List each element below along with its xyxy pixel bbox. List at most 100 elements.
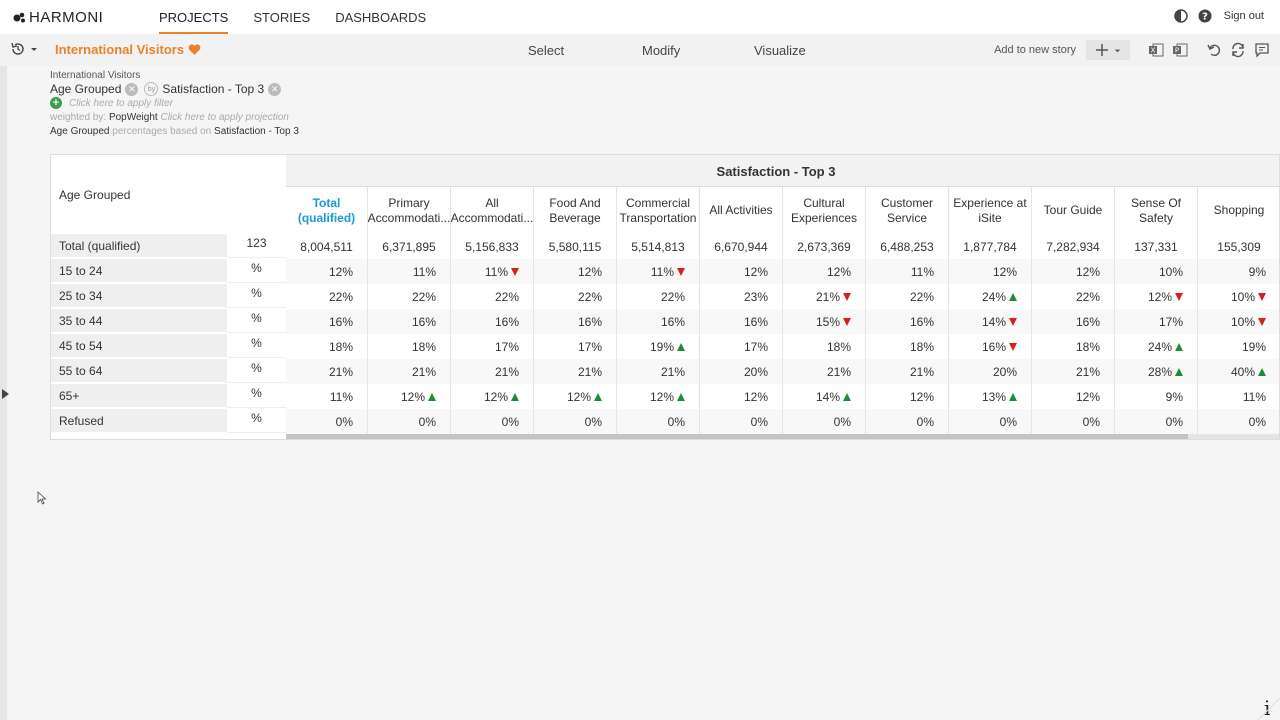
add-filter-icon[interactable]: + [50,97,62,109]
table-cell[interactable]: 0% [700,409,783,434]
table-cell[interactable]: 16% [368,309,451,334]
table-cell[interactable]: 0% [1115,409,1198,434]
table-cell[interactable]: 10% [1115,259,1198,284]
table-cell[interactable]: 19% [617,334,700,359]
column-header[interactable]: All Accommodati... [451,187,534,234]
table-cell[interactable]: 21% [783,359,866,384]
table-cell[interactable]: 19% [1198,334,1279,359]
table-cell[interactable]: 12% [783,259,866,284]
table-cell[interactable]: 10% [1198,309,1279,334]
column-header[interactable]: Cultural Experiences [783,187,866,234]
table-cell[interactable]: 0% [949,409,1032,434]
table-cell[interactable]: 5,156,833 [451,234,534,259]
table-cell[interactable]: 21% [866,359,949,384]
column-header[interactable]: Commercial Transportation [617,187,700,234]
table-cell[interactable]: 9% [1198,259,1279,284]
table-cell[interactable]: 137,331 [1115,234,1198,259]
weight-variable[interactable]: PopWeight [109,112,158,123]
table-cell[interactable]: 8,004,511 [286,234,368,259]
remove-row-variable-icon[interactable]: ✕ [125,82,139,96]
table-cell[interactable]: 16% [617,309,700,334]
table-cell[interactable]: 22% [286,284,368,309]
table-cell[interactable]: 11% [368,259,451,284]
add-to-new-story-label[interactable]: Add to new story [994,44,1076,56]
table-cell[interactable]: 22% [617,284,700,309]
table-cell[interactable]: 22% [534,284,617,309]
table-cell[interactable]: 12% [286,259,368,284]
table-cell[interactable]: 12% [451,384,534,409]
table-cell[interactable]: 22% [368,284,451,309]
apply-filter-hint[interactable]: Click here to apply filter [69,98,173,109]
row-header-row[interactable]: 15 to 24% [51,259,286,283]
table-cell[interactable]: 7,282,934 [1032,234,1115,259]
table-cell[interactable]: 21% [451,359,534,384]
table-cell[interactable]: 11% [451,259,534,284]
tab-modify[interactable]: Modify [642,43,680,58]
column-variable-chip[interactable]: Satisfaction - Top 3 [162,82,264,96]
table-cell[interactable]: 18% [783,334,866,359]
scrollbar-thumb[interactable] [286,434,1188,439]
project-title[interactable]: International Visitors [55,42,201,57]
table-cell[interactable]: 12% [700,259,783,284]
help-icon[interactable]: ? [1198,9,1212,23]
history-dropdown[interactable] [10,41,39,57]
table-cell[interactable]: 5,580,115 [534,234,617,259]
refresh-icon[interactable] [1230,42,1246,58]
table-cell[interactable]: 24% [949,284,1032,309]
table-cell[interactable]: 22% [1032,284,1115,309]
expand-panel-arrow-icon[interactable] [2,389,9,399]
table-cell[interactable]: 16% [949,334,1032,359]
table-cell[interactable]: 12% [368,384,451,409]
table-cell[interactable]: 12% [534,259,617,284]
comment-icon[interactable] [1254,42,1270,58]
row-header-row[interactable]: Refused% [51,409,286,433]
table-cell[interactable]: 11% [286,384,368,409]
table-cell[interactable]: 12% [1032,384,1115,409]
column-header[interactable]: Shopping [1198,187,1279,234]
table-cell[interactable]: 21% [368,359,451,384]
table-cell[interactable]: 9% [1115,384,1198,409]
table-cell[interactable]: 12% [700,384,783,409]
table-cell[interactable]: 0% [534,409,617,434]
table-cell[interactable]: 14% [949,309,1032,334]
table-cell[interactable]: 16% [866,309,949,334]
table-cell[interactable]: 16% [700,309,783,334]
tab-visualize[interactable]: Visualize [754,43,806,58]
table-cell[interactable]: 10% [1198,284,1279,309]
undo-icon[interactable] [1206,42,1222,58]
table-cell[interactable]: 21% [286,359,368,384]
table-cell[interactable]: 18% [1032,334,1115,359]
table-cell[interactable]: 0% [617,409,700,434]
table-cell[interactable]: 11% [866,259,949,284]
nav-stories[interactable]: STORIES [253,10,310,34]
table-cell[interactable]: 0% [783,409,866,434]
table-cell[interactable]: 12% [1032,259,1115,284]
column-header[interactable]: Food And Beverage [534,187,617,234]
table-cell[interactable]: 21% [617,359,700,384]
table-cell[interactable]: 17% [451,334,534,359]
apply-projection-hint[interactable]: Click here to apply projection [160,112,288,123]
table-cell[interactable]: 21% [534,359,617,384]
table-cell[interactable]: 6,371,895 [368,234,451,259]
table-cell[interactable]: 20% [949,359,1032,384]
table-cell[interactable]: 40% [1198,359,1279,384]
row-header-row[interactable]: 25 to 34% [51,284,286,308]
column-header[interactable]: Total (qualified) [286,187,368,234]
table-cell[interactable]: 16% [1032,309,1115,334]
heart-icon[interactable] [188,43,201,56]
table-cell[interactable]: 16% [286,309,368,334]
column-header[interactable]: Primary Accommodati... [368,187,451,234]
table-cell[interactable]: 1,877,784 [949,234,1032,259]
row-variable-chip[interactable]: Age Grouped [50,82,121,96]
table-cell[interactable]: 13% [949,384,1032,409]
table-cell[interactable]: 14% [783,384,866,409]
table-cell[interactable]: 6,488,253 [866,234,949,259]
row-header-row[interactable]: 45 to 54% [51,334,286,358]
table-cell[interactable]: 18% [368,334,451,359]
add-to-story-button[interactable] [1086,40,1130,60]
table-cell[interactable]: 155,309 [1198,234,1279,259]
table-cell[interactable]: 16% [451,309,534,334]
table-cell[interactable]: 15% [783,309,866,334]
table-cell[interactable]: 24% [1115,334,1198,359]
table-cell[interactable]: 12% [866,384,949,409]
